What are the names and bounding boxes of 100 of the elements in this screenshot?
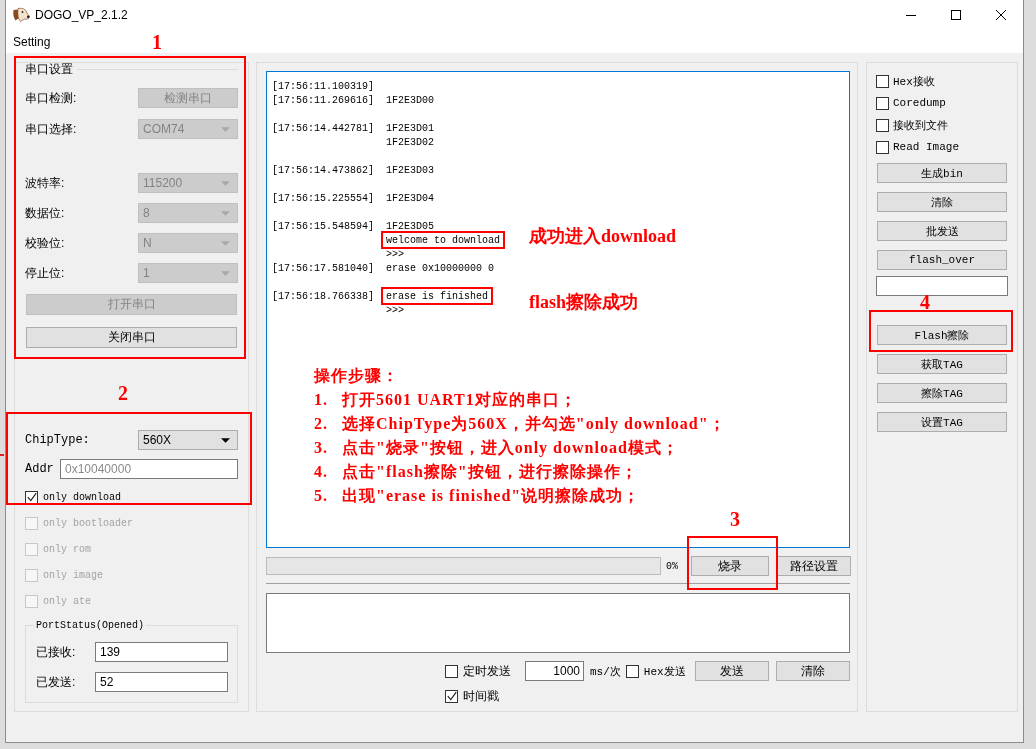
dog-icon	[12, 6, 30, 24]
checkbox[interactable]	[876, 96, 889, 110]
field-label: Addr	[25, 462, 54, 476]
annotation-number: 1	[152, 32, 162, 52]
count-field[interactable]: 52	[95, 672, 228, 692]
caret-icon	[221, 126, 230, 132]
checkbox[interactable]	[876, 74, 889, 88]
log-text: >>>	[386, 249, 405, 260]
group-title: PortStatus(Opened)	[34, 619, 147, 632]
log-text: 1F2E3D00	[386, 95, 435, 106]
log-text: 1F2E3D05	[386, 221, 435, 232]
log-text: welcome to download	[386, 235, 501, 246]
step-text: 打开5601 UART1对应的串口；	[342, 390, 577, 410]
action-button[interactable]: 设置TAG	[877, 412, 1007, 432]
caret-icon	[221, 210, 230, 216]
field-label: 停止位:	[25, 264, 65, 282]
action-button[interactable]: 获取TAG	[877, 354, 1007, 374]
log-timestamp: [17:56:15.548594]	[272, 221, 375, 232]
caret-icon	[221, 240, 230, 246]
checkbox-label[interactable]: 定时发送	[463, 662, 511, 680]
log-timestamp: [17:56:11.100319]	[272, 81, 375, 92]
field-label: 数据位:	[25, 204, 65, 222]
minimize-icon	[905, 14, 916, 16]
checkbox[interactable]	[625, 664, 639, 678]
send-button[interactable]: 清除	[776, 661, 850, 681]
step-text: 点击"烧录"按钮，进入only download模式；	[342, 438, 679, 459]
checkbox-label[interactable]: Read Image	[893, 141, 959, 153]
log-timestamp: [17:56:15.225554]	[272, 193, 375, 204]
checkmark-icon	[446, 691, 457, 701]
step-text: 出现"erase is finished"说明擦除成功；	[342, 486, 641, 506]
step-number: 1.	[314, 390, 329, 410]
action-button[interactable]: 擦除TAG	[877, 383, 1007, 403]
checkbox-label[interactable]: 接收到文件	[893, 117, 948, 133]
field-label: 串口检测:	[25, 89, 77, 107]
menu-item[interactable]: Setting	[13, 34, 51, 49]
step-number: 5.	[314, 486, 329, 506]
log-timestamp: [17:56:11.269616]	[272, 95, 375, 106]
caret-icon	[221, 437, 230, 443]
unit-label: ms/次	[590, 664, 621, 679]
action-button[interactable]: Flash擦除	[877, 325, 1007, 345]
checkbox-label[interactable]: Hex接收	[893, 73, 935, 89]
log-timestamp: [17:56:18.766338]	[272, 291, 375, 302]
annotation-note: 成功进入download	[529, 225, 677, 247]
step-number: 4.	[314, 462, 329, 482]
field-label: 已发送:	[36, 673, 76, 691]
checkbox[interactable]	[445, 689, 458, 703]
checkmark-icon	[26, 492, 37, 502]
action-button[interactable]: flash_over	[877, 250, 1007, 270]
maximize-icon	[950, 10, 961, 20]
send-text-area[interactable]	[266, 593, 850, 653]
step-number: 3.	[314, 438, 329, 458]
text-field[interactable]	[876, 276, 1008, 296]
action-button[interactable]: 生成bin	[877, 163, 1007, 183]
checkbox-label[interactable]: Coredump	[893, 97, 946, 109]
action-button[interactable]: 批发送	[877, 221, 1007, 241]
checkbox[interactable]	[876, 118, 889, 132]
group-title: 串口设置	[25, 63, 73, 76]
field-label: ChipType:	[25, 433, 90, 447]
window-title: DOGO_VP_2.1.2	[35, 8, 128, 22]
steps-title: 操作步骤：	[314, 366, 400, 386]
field-label: 校验位:	[25, 234, 65, 252]
checkbox-label[interactable]: only download	[43, 491, 121, 503]
field-label: 串口选择:	[25, 120, 77, 138]
progress-reading: 0%	[666, 560, 679, 572]
log-text: 1F2E3D02	[386, 137, 435, 148]
annotation-number: 2	[118, 383, 128, 403]
checkbox-label[interactable]: Hex发送	[643, 663, 686, 679]
send-button[interactable]: 发送	[695, 661, 769, 681]
log-text: >>>	[386, 305, 405, 316]
log-text: erase 0x10000000 0	[386, 263, 495, 274]
annotation-note: flash擦除成功	[529, 291, 638, 313]
annotation-number: 3	[730, 509, 740, 529]
checkbox-label[interactable]: 时间戳	[463, 687, 499, 705]
port-button[interactable]: 关闭串口	[26, 327, 237, 348]
address-field[interactable]: 0x10040000	[60, 459, 238, 479]
log-timestamp: [17:56:14.473862]	[272, 165, 375, 176]
checkbox[interactable]	[876, 140, 889, 154]
close-icon	[995, 10, 1006, 20]
log-text: 1F2E3D01	[386, 123, 435, 134]
step-number: 2.	[314, 414, 329, 434]
burn-button[interactable]: 路径设置	[777, 556, 851, 576]
field-label: 波特率:	[25, 174, 65, 192]
log-timestamp: [17:56:17.581040]	[272, 263, 375, 274]
interval-field[interactable]: 1000	[525, 661, 584, 681]
field-label: 已接收:	[36, 643, 76, 661]
log-text: 1F2E3D04	[386, 193, 435, 204]
step-text: 选择ChipType为560X，并勾选"only download"；	[342, 414, 726, 435]
log-text: 1F2E3D03	[386, 165, 435, 176]
chip-type-dropdown[interactable]: 560X	[138, 430, 238, 450]
log-text: erase is finished	[386, 291, 489, 302]
burn-button[interactable]: 烧录	[691, 556, 769, 576]
action-button[interactable]: 清除	[877, 192, 1007, 212]
checkbox[interactable]	[25, 490, 38, 504]
step-text: 点击"flash擦除"按钮，进行擦除操作；	[342, 462, 638, 482]
log-timestamp: [17:56:14.442781]	[272, 123, 375, 134]
count-field[interactable]: 139	[95, 642, 228, 662]
caret-icon	[221, 180, 230, 186]
checkbox[interactable]	[445, 664, 458, 678]
caret-icon	[221, 270, 230, 276]
annotation-number: 4	[920, 294, 930, 310]
